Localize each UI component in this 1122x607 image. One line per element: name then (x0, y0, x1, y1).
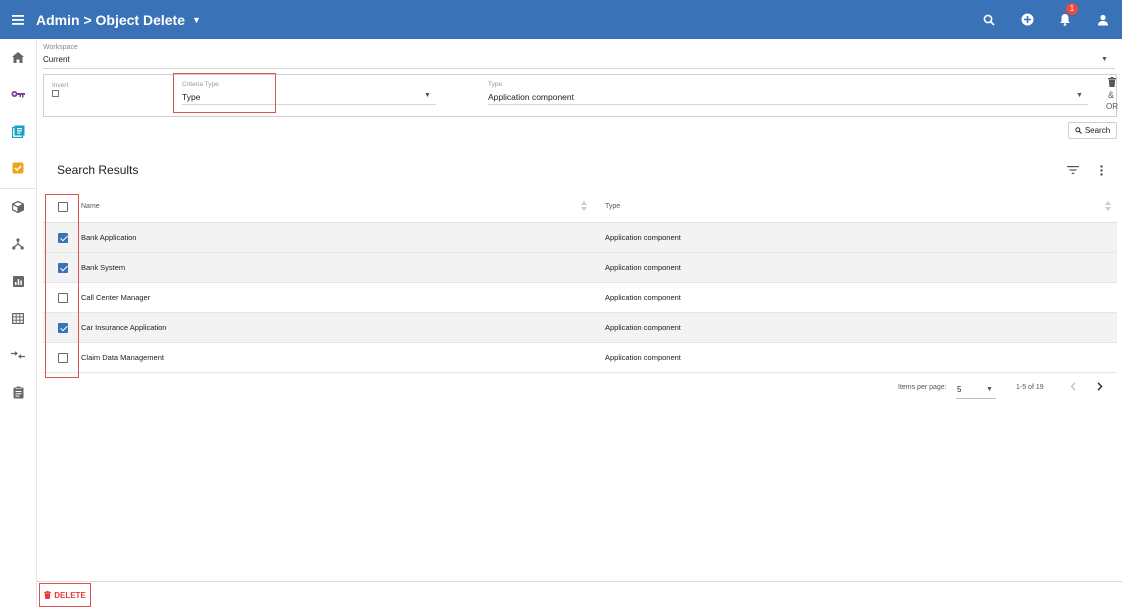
filter-button[interactable] (1065, 163, 1081, 177)
type-label: Type (488, 81, 503, 88)
workspace-select[interactable]: Current (43, 55, 70, 64)
criteria-row: Invert Criteria Type Type ▼ Type Applica… (43, 73, 1120, 117)
chevron-left-icon (1070, 382, 1076, 391)
type-dropdown-icon[interactable]: ▼ (1076, 92, 1083, 99)
delete-button[interactable]: DELETE (39, 583, 91, 607)
task-shield-icon (12, 162, 24, 174)
add-button[interactable] (1008, 0, 1046, 39)
trash-icon (1108, 77, 1116, 87)
next-page-button[interactable] (1097, 382, 1103, 394)
row-name: Bank Application (81, 233, 137, 242)
table-row[interactable]: Call Center Manager Application componen… (43, 283, 1117, 313)
row-name: Car Insurance Application (81, 323, 167, 332)
workspace-dropdown-icon[interactable]: ▼ (1101, 56, 1108, 63)
bar-chart-icon (12, 275, 24, 287)
search-submit-button[interactable]: Search (1068, 122, 1117, 139)
account-button[interactable] (1084, 0, 1122, 39)
remove-criteria-button[interactable] (1104, 77, 1120, 89)
sidebar-item-relations[interactable] (0, 229, 36, 259)
more-options-button[interactable] (1095, 163, 1107, 177)
person-icon (1098, 14, 1108, 25)
bell-icon (1060, 14, 1070, 26)
sidebar-item-clipboard[interactable] (0, 377, 36, 407)
sidebar-item-admin[interactable] (0, 79, 36, 109)
column-header-type[interactable]: Type (605, 203, 620, 210)
items-per-page-underline (956, 398, 996, 399)
page-range: 1-5 of 19 (1016, 384, 1044, 391)
hierarchy-icon (12, 238, 24, 250)
sidebar-item-home[interactable] (0, 42, 36, 72)
table-row[interactable]: Bank System Application component (43, 253, 1117, 283)
previous-page-button[interactable] (1070, 382, 1076, 394)
bottom-action-bar: DELETE (37, 581, 1122, 607)
row-type: Application component (605, 323, 681, 332)
invert-label: Invert (52, 82, 69, 89)
and-operator-button[interactable]: & (1108, 90, 1114, 100)
sidebar-item-objects[interactable] (0, 192, 36, 222)
or-operator-button[interactable]: OR (1106, 102, 1118, 111)
compare-arrows-icon (11, 351, 25, 359)
main-content: Workspace Current ▼ Invert Criteria Type… (37, 39, 1122, 607)
clipboard-icon (13, 385, 23, 398)
type-select[interactable]: Application component (488, 92, 574, 102)
workspace-underline (43, 68, 1115, 69)
invert-checkbox[interactable] (52, 90, 59, 97)
sidebar-item-reports[interactable] (0, 266, 36, 296)
row-name: Bank System (81, 263, 126, 272)
search-icon (983, 14, 995, 26)
grid-icon (12, 312, 24, 324)
home-icon (12, 51, 24, 63)
row-name: Call Center Manager (81, 293, 151, 302)
add-circle-icon (1021, 13, 1033, 26)
row-type: Application component (605, 263, 681, 272)
filter-list-icon (1067, 166, 1079, 174)
highlight-frame-checkboxes (45, 194, 79, 378)
sort-icon[interactable] (580, 200, 588, 212)
pagination: Items per page: 5 ▼ 1-5 of 19 (43, 380, 1117, 400)
items-per-page-dropdown-icon[interactable]: ▼ (986, 386, 993, 393)
search-icon (1075, 127, 1082, 134)
table-row[interactable]: Bank Application Application component (43, 223, 1117, 253)
library-icon (11, 125, 24, 138)
type-underline (488, 104, 1088, 105)
sidebar-item-library[interactable] (0, 116, 36, 146)
sort-icon[interactable] (1104, 200, 1112, 212)
page-title: Admin > Object Delete (36, 11, 185, 28)
items-per-page-label: Items per page: (898, 384, 947, 391)
notification-badge: 1 (1066, 3, 1078, 15)
sidebar (0, 39, 37, 607)
search-button[interactable] (970, 0, 1008, 39)
app-bar: Admin > Object Delete ▼ 1 (0, 0, 1122, 39)
sidebar-divider (0, 188, 36, 189)
row-name: Claim Data Management (81, 353, 164, 362)
table-header: Name Type (43, 192, 1117, 223)
criteria-type-dropdown-icon[interactable]: ▼ (424, 92, 431, 99)
chevron-down-icon: ▼ (191, 14, 201, 25)
sidebar-item-compare[interactable] (0, 340, 36, 370)
search-submit-label: Search (1084, 126, 1111, 135)
table-row[interactable]: Claim Data Management Application compon… (43, 343, 1117, 373)
key-icon (11, 91, 25, 98)
row-type: Application component (605, 233, 681, 242)
row-type: Application component (605, 353, 681, 362)
items-per-page-select[interactable]: 5 (957, 385, 961, 394)
workspace-label: Workspace (43, 44, 78, 51)
results-title: Search Results (57, 163, 139, 177)
table-row[interactable]: Car Insurance Application Application co… (43, 313, 1117, 343)
chevron-right-icon (1097, 382, 1103, 391)
highlight-frame-criteria-type (173, 73, 276, 113)
hamburger-icon (12, 14, 24, 25)
sidebar-item-tasks[interactable] (0, 153, 36, 183)
trash-icon (44, 591, 52, 599)
menu-button[interactable] (0, 0, 36, 39)
column-header-name[interactable]: Name (81, 203, 100, 210)
sidebar-item-tables[interactable] (0, 303, 36, 333)
delete-label: DELETE (54, 590, 86, 600)
notifications-button[interactable]: 1 (1046, 0, 1084, 39)
page-title-dropdown[interactable]: Admin > Object Delete ▼ (36, 12, 201, 28)
more-vert-icon (1099, 164, 1103, 176)
cube-icon (12, 201, 24, 213)
row-type: Application component (605, 293, 681, 302)
